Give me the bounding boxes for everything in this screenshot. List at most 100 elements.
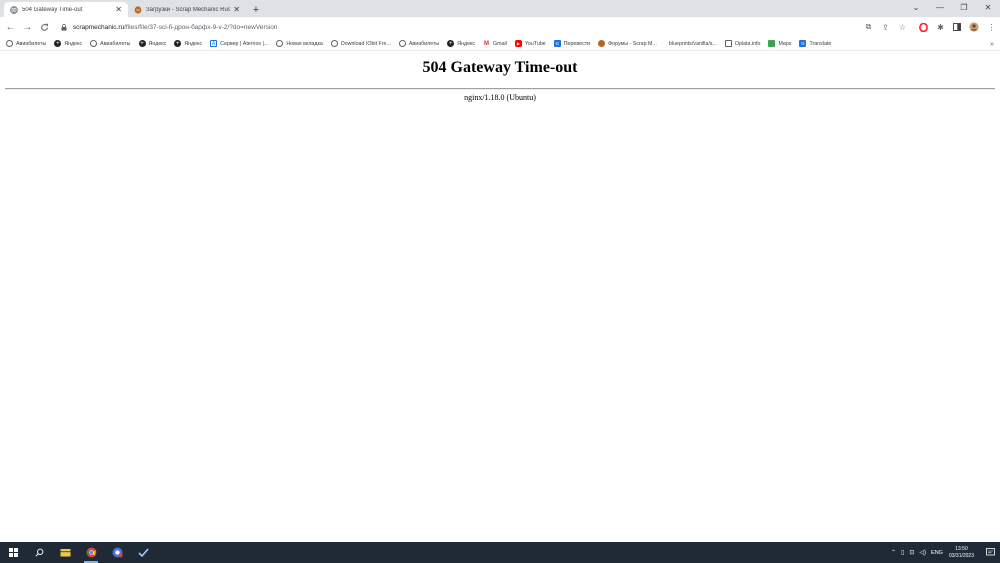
bookmarks-bar: Авиабилеты + Яндекс Авиабилеты + Яндекс + Я… (0, 37, 1000, 51)
share-icon[interactable]: ⇪ (877, 23, 894, 32)
bookmark-item[interactable]: Форумы - Scrap M... (598, 40, 657, 47)
window-controls: ⌄ — ❐ ✕ (904, 0, 1000, 15)
bookmark-item[interactable]: M Gmail (483, 40, 507, 47)
tab-close-icon[interactable]: ✕ (115, 5, 122, 14)
bookmark-item[interactable]: Авиабилеты (90, 40, 131, 47)
bookmark-item[interactable]: ▶ YouTube (514, 40, 546, 47)
globe-icon (330, 40, 338, 47)
opera-extension-icon[interactable] (915, 19, 932, 36)
url-host: scrapmechanic.ru (72, 23, 125, 31)
reload-icon[interactable] (36, 19, 53, 36)
close-icon[interactable]: ✕ (976, 3, 1000, 12)
bookmark-label: Oplata.info (734, 40, 761, 47)
chrome-profile-taskbar-icon[interactable] (104, 542, 130, 563)
system-tray: ⌃ ▯ ⊡ ◁) ENG 13:50 03/31/2023 (891, 542, 1000, 563)
scrap-mechanic-icon (598, 40, 606, 47)
bookmark-label: Gmail (493, 40, 507, 47)
bookmark-label: Translate (809, 40, 832, 47)
tab-504-gateway[interactable]: 504 Gateway Time-out ✕ (4, 2, 128, 17)
bookmark-label: Авиабилеты (408, 40, 440, 47)
extensions-puzzle-icon[interactable]: ✱ (932, 19, 949, 36)
browser-toolbar: ← → scrapmechanic.ru/files/file/37-sci-f… (0, 17, 1000, 37)
server-signature: nginx/1.18.0 (Ubuntu) (464, 93, 536, 102)
bookmark-label: blueprints/vanilla/s... (668, 40, 717, 47)
bookmark-item[interactable]: G Перевести (553, 40, 591, 47)
bookmark-item[interactable]: G Translate (799, 40, 831, 47)
restore-icon[interactable]: ❐ (952, 3, 976, 12)
bookmark-label: Авиабилеты (100, 40, 131, 47)
plus-circle-icon: + (447, 40, 455, 47)
bookmark-item[interactable]: blueprints/vanilla/s... (669, 41, 717, 47)
search-icon[interactable] (26, 542, 52, 563)
tab-title: Загрузки - Scrap Mechanic Russ (146, 6, 231, 13)
new-tab-button[interactable]: + (248, 2, 264, 17)
bookmark-label: Новая вкладка (286, 40, 323, 47)
bookmark-item[interactable]: Download IObit Fre... (330, 40, 391, 47)
tab-close-icon[interactable]: ✕ (233, 5, 240, 14)
browser-window: 504 Gateway Time-out ✕ Загрузки - Scrap … (0, 0, 1000, 563)
bookmark-label: Яндекс (148, 40, 167, 47)
bookmark-label: Яндекс (64, 40, 83, 47)
bookmark-item[interactable]: ● Maps (768, 40, 791, 47)
bookmark-label: Форумы - Scrap M... (608, 40, 657, 47)
side-panel-icon[interactable] (949, 19, 966, 36)
bookmark-label: Яндекс (184, 40, 203, 47)
bookmark-item[interactable]: + Яндекс (447, 40, 475, 47)
translate-icon: G (799, 40, 807, 47)
profile-avatar[interactable] (966, 19, 983, 36)
forward-arrow-icon[interactable]: → (19, 19, 36, 36)
clock-date: 03/31/2023 (948, 552, 974, 559)
notifications-icon[interactable] (982, 548, 998, 557)
youtube-icon: ▶ (514, 40, 522, 47)
lock-icon[interactable] (59, 23, 69, 31)
battery-icon[interactable]: ▯ (901, 549, 904, 556)
globe-icon (6, 40, 13, 47)
page-title: 504 Gateway Time-out (422, 59, 578, 76)
bookmark-item[interactable]: Авиабилеты (398, 40, 440, 47)
bookmark-item[interactable]: Авиабилеты (6, 40, 46, 47)
plus-circle-icon: + (138, 40, 146, 47)
bookmark-label: Maps (778, 40, 792, 47)
minimize-icon[interactable]: — (928, 3, 952, 12)
tab-scrap-mechanic-downloads[interactable]: Загрузки - Scrap Mechanic Russ ✕ (128, 2, 246, 17)
plus-circle-icon: + (174, 40, 182, 47)
show-hidden-icons-chevron-up-icon[interactable]: ⌃ (891, 549, 896, 556)
back-arrow-icon[interactable]: ← (2, 19, 19, 36)
bookmark-star-icon[interactable]: ☆ (894, 23, 911, 32)
url-path: /files/file/37-sci-fi-дрон-барфх-9-v-2/?… (124, 23, 278, 31)
translate-icon: G (553, 40, 561, 47)
plus-circle-icon: + (54, 40, 62, 47)
tab-search-chevron-down-icon[interactable]: ⌄ (904, 3, 928, 12)
tab-strip: 504 Gateway Time-out ✕ Загрузки - Scrap … (0, 0, 1000, 17)
clock[interactable]: 13:50 03/31/2023 (949, 546, 974, 559)
bookmark-item[interactable]: + Яндекс (54, 40, 82, 47)
bookmark-item[interactable]: + Яндекс (174, 40, 202, 47)
start-windows-icon[interactable] (0, 542, 26, 563)
network-icon[interactable]: ⊡ (909, 549, 914, 556)
globe-icon (398, 40, 406, 47)
volume-icon[interactable]: ◁) (919, 549, 926, 556)
open-in-app-icon[interactable]: ⧉ (860, 22, 877, 32)
bookmark-item[interactable]: + Яндекс (138, 40, 167, 47)
divider (5, 88, 995, 90)
app-check-taskbar-icon[interactable] (130, 542, 156, 563)
windows-taskbar: ⌃ ▯ ⊡ ◁) ENG 13:50 03/31/2023 (0, 542, 1000, 563)
aternos-icon: A (210, 40, 218, 47)
maps-icon: ● (768, 40, 776, 47)
bookmark-item[interactable]: A Сервер | Aternos |... (210, 40, 268, 47)
bookmark-label: YouTube (524, 40, 546, 47)
scrap-mechanic-icon (134, 5, 142, 14)
bookmarks-overflow-button[interactable]: » (990, 37, 994, 50)
bookmark-item[interactable]: Oplata.info (724, 40, 761, 47)
bookmark-item[interactable]: Новая вкладка (276, 40, 323, 47)
bookmark-label: Download IObit Fre... (340, 40, 391, 47)
bookmark-label: Перевести (563, 40, 591, 47)
globe-icon (276, 40, 284, 47)
menu-kebab-icon[interactable]: ⋮ (983, 19, 1000, 36)
address-bar[interactable]: scrapmechanic.ru/files/file/37-sci-fi-др… (59, 20, 911, 35)
language-indicator[interactable]: ENG (931, 550, 943, 556)
file-explorer-icon[interactable] (52, 542, 78, 563)
bookmark-label: Авиабилеты (16, 40, 47, 47)
chrome-taskbar-icon[interactable] (78, 542, 104, 563)
bookmark-label: Яндекс (457, 40, 476, 47)
